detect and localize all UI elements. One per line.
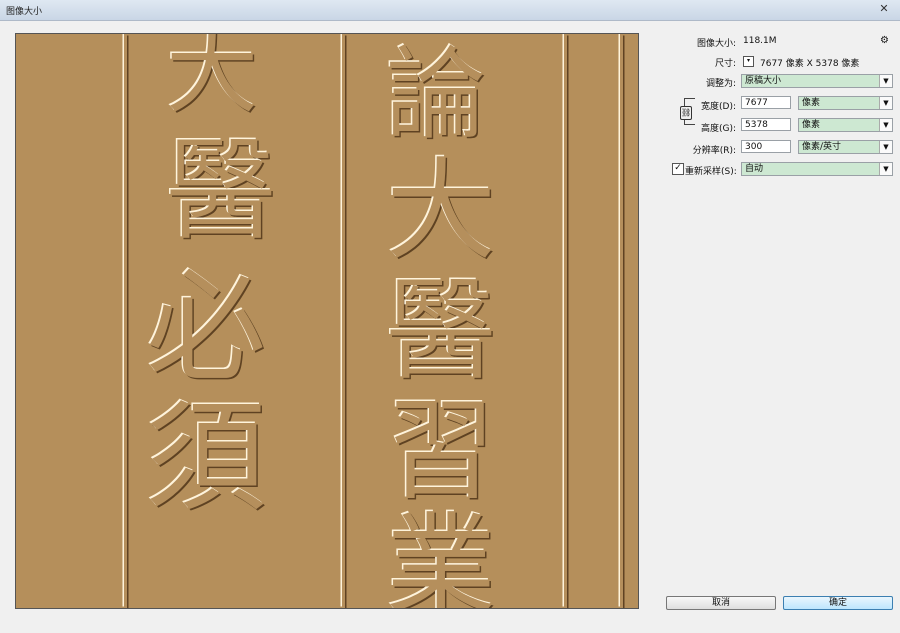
- ok-button[interactable]: 确定: [783, 596, 893, 610]
- dimensions-value: 7677 像素 X 5378 像素: [760, 59, 860, 69]
- preview-glyph: 必: [146, 259, 266, 398]
- resolution-input[interactable]: 300: [741, 140, 791, 153]
- resample-value: 自动: [745, 164, 764, 174]
- preview-glyph: 大: [166, 34, 258, 126]
- image-preview[interactable]: 大 醫 必 須 論 大 醫 習 業: [15, 33, 639, 609]
- width-unit-value: 像素: [802, 98, 821, 108]
- image-size-value: 118.1M: [743, 36, 777, 46]
- width-label: 宽度(D):: [701, 102, 736, 112]
- cancel-button[interactable]: 取消: [666, 596, 776, 610]
- title-bar: 图像大小 ✕: [0, 0, 900, 21]
- preview-glyph: 論: [386, 36, 486, 153]
- close-icon[interactable]: ✕: [874, 2, 894, 16]
- width-unit-select[interactable]: 像素 ▼: [798, 96, 893, 110]
- resolution-unit-select[interactable]: 像素/英寸 ▼: [798, 140, 893, 154]
- image-size-label: 图像大小:: [696, 39, 736, 49]
- resolution-unit-value: 像素/英寸: [802, 142, 842, 152]
- preview-glyph: 業: [386, 502, 496, 608]
- chevron-down-icon: ▼: [879, 141, 892, 153]
- resample-select[interactable]: 自动 ▼: [741, 162, 893, 176]
- resample-checkbox[interactable]: ✓: [672, 163, 684, 175]
- preview-glyph: 醫: [386, 267, 496, 395]
- window-title: 图像大小: [6, 7, 43, 17]
- preview-glyph: 須: [146, 389, 266, 528]
- chevron-down-icon: ▼: [879, 75, 892, 87]
- fit-to-select[interactable]: 原稿大小 ▼: [741, 74, 893, 88]
- fit-to-value: 原稿大小: [745, 76, 782, 86]
- chevron-down-icon: ▼: [879, 163, 892, 175]
- preview-glyph: 醫: [166, 127, 276, 255]
- resolution-label: 分辨率(R):: [692, 146, 736, 156]
- width-input[interactable]: 7677: [741, 96, 791, 109]
- gear-icon[interactable]: ⚙: [880, 35, 889, 46]
- chevron-down-icon[interactable]: ▾: [743, 56, 754, 67]
- preview-glyph: 大: [386, 147, 496, 275]
- dimensions-label: 尺寸:: [714, 59, 736, 69]
- chevron-down-icon: ▼: [879, 97, 892, 109]
- preview-canvas: 大 醫 必 須 論 大 醫 習 業: [16, 34, 638, 608]
- fit-to-label: 调整为:: [705, 79, 736, 89]
- chevron-down-icon: ▼: [879, 119, 892, 131]
- resample-label: 重新采样(S):: [685, 167, 737, 177]
- height-unit-value: 像素: [802, 120, 821, 130]
- height-input[interactable]: 5378: [741, 118, 791, 131]
- height-unit-select[interactable]: 像素 ▼: [798, 118, 893, 132]
- preview-glyph: 習: [386, 387, 496, 515]
- height-label: 高度(G):: [700, 124, 736, 134]
